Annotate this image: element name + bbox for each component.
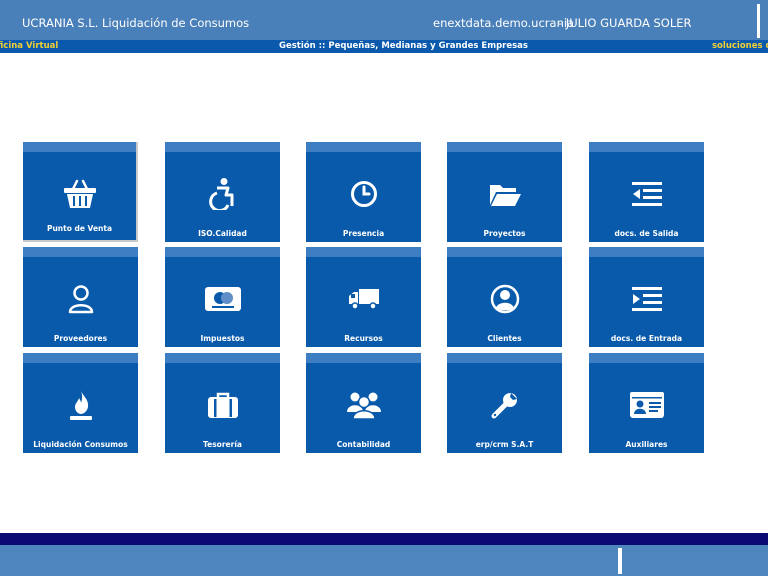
footer-bar — [0, 545, 768, 576]
tile-label: docs. de Salida — [614, 229, 679, 238]
tile-presencia[interactable]: Presencia — [306, 142, 421, 242]
folder-open-icon — [447, 178, 562, 210]
tile-strip — [447, 142, 562, 152]
tile-proyectos[interactable]: Proyectos — [447, 142, 562, 242]
subheader-right-text: soluciones de — [712, 41, 768, 51]
tile-strip — [165, 353, 280, 363]
tile-recursos[interactable]: Recursos — [306, 247, 421, 347]
credit-card-icon — [165, 283, 280, 315]
footer-divider — [618, 548, 622, 574]
tile-label: Proyectos — [483, 229, 526, 238]
tile-strip — [589, 247, 704, 257]
tile-punto-de-venta[interactable]: Punto de Venta — [23, 142, 138, 242]
tile-docs-entrada[interactable]: docs. de Entrada — [589, 247, 704, 347]
tile-clientes[interactable]: Clientes — [447, 247, 562, 347]
accessibility-icon — [165, 178, 280, 210]
tile-strip — [589, 353, 704, 363]
header-divider — [757, 4, 760, 38]
tile-docs-salida[interactable]: docs. de Salida — [589, 142, 704, 242]
tile-label: Presencia — [342, 229, 385, 238]
tile-label: erp/crm S.A.T — [475, 440, 534, 449]
subheader-bar: ficina Virtual Gestión :: Pequeñas, Medi… — [0, 40, 768, 53]
truck-icon — [306, 283, 421, 315]
tile-label: Auxiliares — [625, 440, 668, 449]
tile-label: Liquidación Consumos — [33, 440, 128, 449]
tile-proveedores[interactable]: Proveedores — [23, 247, 138, 347]
tile-strip — [589, 142, 704, 152]
tile-label: Punto de Venta — [46, 224, 113, 233]
tile-label: Contabilidad — [336, 440, 391, 449]
tile-label: Tesorería — [203, 440, 242, 449]
header-bar: UCRANIA S.L. Liquidación de Consumos ene… — [0, 0, 768, 40]
tile-label: docs. de Entrada — [610, 334, 683, 343]
outdent-icon — [589, 178, 704, 210]
tile-strip — [447, 353, 562, 363]
user-outline-icon — [23, 283, 138, 315]
tile-strip — [165, 247, 280, 257]
subheader-left-text: ficina Virtual — [0, 41, 59, 51]
tile-strip — [306, 353, 421, 363]
subheader-center-text: Gestión :: Pequeñas, Medianas y Grandes … — [279, 41, 528, 51]
tile-erp-crm-sat[interactable]: erp/crm S.A.T — [447, 353, 562, 453]
tile-liquidacion-consumos[interactable]: Liquidación Consumos — [23, 353, 138, 453]
tile-label: Impuestos — [200, 334, 245, 343]
tile-strip — [23, 353, 138, 363]
tile-iso-calidad[interactable]: ISO.Calidad — [165, 142, 280, 242]
tile-impuestos[interactable]: Impuestos — [165, 247, 280, 347]
tile-strip — [306, 142, 421, 152]
user-name: - JULIO GUARDA SOLER — [558, 16, 692, 30]
tile-label: ISO.Calidad — [198, 229, 247, 238]
indent-icon — [589, 283, 704, 315]
tile-strip — [165, 142, 280, 152]
footer-dark-bar — [0, 533, 768, 545]
tile-auxiliares[interactable]: Auxiliares — [589, 353, 704, 453]
tile-label: Proveedores — [53, 334, 108, 343]
briefcase-icon — [165, 389, 280, 421]
id-card-icon — [589, 389, 704, 421]
app-title: UCRANIA S.L. Liquidación de Consumos — [22, 16, 250, 30]
tile-strip — [23, 247, 138, 257]
wrench-icon — [447, 389, 562, 421]
tile-strip — [306, 247, 421, 257]
tile-tesoreria[interactable]: Tesorería — [165, 353, 280, 453]
users-icon — [306, 389, 421, 421]
fire-icon — [23, 389, 138, 421]
tile-contabilidad[interactable]: Contabilidad — [306, 353, 421, 453]
tile-strip — [447, 247, 562, 257]
clock-icon — [306, 178, 421, 210]
tile-label: Recursos — [344, 334, 383, 343]
tile-strip — [23, 142, 136, 152]
tile-label: Clientes — [487, 334, 522, 343]
basket-icon — [23, 178, 136, 210]
user-circle-icon — [447, 283, 562, 315]
host-name: enextdata.demo.ucrania — [433, 16, 575, 30]
